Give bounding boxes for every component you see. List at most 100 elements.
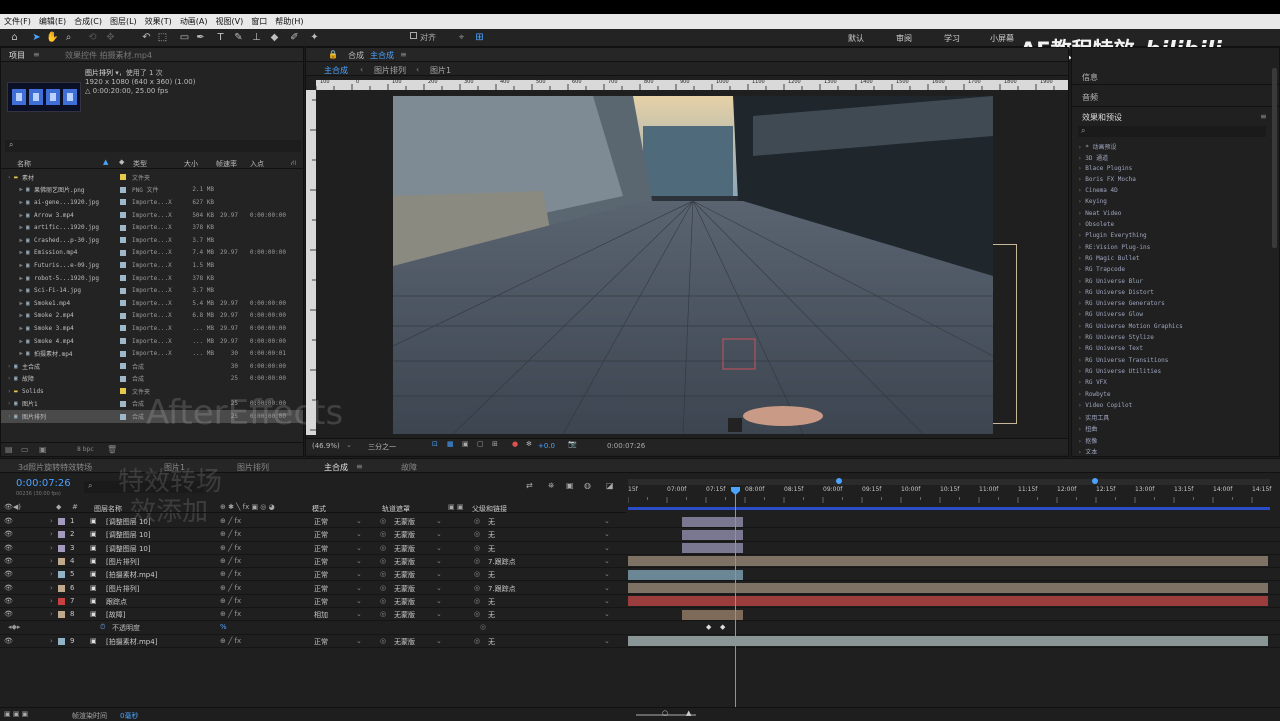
parent-pickwhip-icon[interactable]: ◎ [474,570,480,578]
layer-label-swatch[interactable] [58,571,65,579]
comp-flowchart-icon[interactable]: ⇄ [526,481,533,490]
align-checkbox[interactable] [410,32,417,39]
snap-icon[interactable]: ⌖ [455,31,468,44]
label-swatch[interactable] [120,199,126,206]
transparency-grid-icon[interactable]: ▦ [447,440,454,448]
comp-tab-name[interactable]: 主合成 [370,50,394,61]
label-swatch[interactable] [120,413,126,420]
effect-category[interactable]: › RG Magic Bullet [1078,255,1273,266]
work-area-end-handle[interactable] [1092,478,1098,484]
layer-duration-bar[interactable] [628,583,1268,594]
layer-name[interactable]: [故障] [106,610,125,620]
effect-category[interactable]: › 实用工具 [1078,413,1273,424]
blend-mode-dropdown[interactable]: 正常 [314,517,328,527]
playhead[interactable] [735,489,736,713]
expand-arrow-icon[interactable]: › [50,544,53,552]
parent-dropdown[interactable]: 无 [488,530,495,540]
project-item[interactable]: ▶ ▣ Smoke 4.mp4 Importe...X ... MB 29.97… [1,335,303,348]
col-name[interactable]: 名称 [17,159,31,169]
layer-label-swatch[interactable] [58,597,65,605]
menu-file[interactable]: 文件(F) [4,16,31,27]
clone-stamp-tool-icon[interactable]: ⊥ [250,31,263,44]
project-tab[interactable]: 项目 [9,50,25,61]
expand-arrow-icon[interactable]: › [50,530,53,538]
parent-pickwhip-icon[interactable]: ◎ [474,584,480,592]
effect-category[interactable]: › Blace Plugins [1078,165,1273,176]
project-item[interactable]: ▶ ▣ Futuris...e-09.jpg Importe...X 1.5 M… [1,259,303,272]
pan-behind-tool-icon[interactable]: ⬚ [156,31,169,44]
layer-label-swatch[interactable] [58,584,65,592]
layer-label-swatch[interactable] [58,637,65,645]
parent-pickwhip-icon[interactable]: ◎ [474,544,480,552]
layer-label-swatch[interactable] [58,531,65,539]
project-item[interactable]: ▶ ▣ Emission.mp4 Importe...X 7.4 MB 29.9… [1,247,303,260]
project-item[interactable]: ▶ ▣ Arrow 3.mp4 Importe...X 504 KB 29.97… [1,209,303,222]
label-swatch[interactable] [120,400,126,407]
layer-name[interactable]: [拍摄素材.mp4] [106,570,157,580]
parent-pickwhip-icon[interactable]: ◎ [474,517,480,525]
visibility-eye-icon[interactable]: 👁 [4,610,13,618]
layer-row[interactable]: 👁 › 6 ▣ [图片排列] ⊕ ╱ fx 正常 ⌄ ◎ 无蒙版 ⌄ ◎ 7.跟… [0,582,1280,595]
effect-category[interactable]: › Neat Video [1078,210,1273,221]
timeline-tab-3d[interactable]: 3d照片旋转特效转场 [18,462,92,473]
puppet-tool-icon[interactable]: ✦ [308,31,321,44]
col-in[interactable]: 入点 [250,159,264,169]
delete-icon[interactable]: 🗑 [107,445,117,454]
fast-preview-icon[interactable]: ⊡ [432,440,438,448]
effect-category[interactable]: › 扭曲 [1078,424,1273,435]
comp-subtab-arrange[interactable]: 图片排列 [374,65,406,76]
layer-label-swatch[interactable] [58,611,65,619]
project-item[interactable]: › ▣ 故障 合成 25 0:00:00:00 [1,373,303,386]
work-area-bar[interactable] [628,507,1270,510]
comp-subtab-main[interactable]: 主合成 [324,65,348,76]
rectangle-tool-icon[interactable]: ▭ [178,31,191,44]
parent-dropdown[interactable]: 无 [488,544,495,554]
blend-mode-dropdown[interactable]: 正常 [314,584,328,594]
comp-subtab-pic1[interactable]: 图片1 [430,65,451,76]
track-matte-icon[interactable]: ◎ [380,557,386,565]
blend-mode-dropdown[interactable]: 正常 [314,557,328,567]
property-value[interactable]: % [220,623,227,631]
effect-category[interactable]: › RG Universe Stylize [1078,334,1273,345]
layer-name[interactable]: [图片排列] [106,557,139,567]
label-swatch[interactable] [120,350,126,357]
work-area-start-handle[interactable] [836,478,842,484]
roto-brush-tool-icon[interactable]: ✐ [288,31,301,44]
zoom-tool-icon[interactable]: ⌕ [62,31,75,44]
visibility-eye-icon[interactable]: 👁 [4,557,13,565]
track-matte-dropdown[interactable]: 无蒙版 [394,517,415,527]
layer-duration-bar[interactable] [628,556,1268,567]
effect-category[interactable]: › Boris FX Mocha [1078,176,1273,187]
project-item[interactable]: ▶ ▣ robot-5...1920.jpg Importe...X 378 K… [1,272,303,285]
layer-switches[interactable]: ⊕ ╱ fx [220,530,241,538]
label-swatch[interactable] [120,224,126,231]
visibility-eye-icon[interactable]: 👁 [4,637,13,645]
project-item[interactable]: ▶ ▣ 拍摄素材.mp4 Importe...X ... MB 30 0:00:… [1,347,303,360]
eraser-tool-icon[interactable]: ◆ [268,31,281,44]
zoom-in-icon[interactable]: ▲ [686,709,691,717]
effect-category[interactable]: › RG Universe Generators [1078,300,1273,311]
layer-switches[interactable]: ⊕ ╱ fx [220,584,241,592]
effect-controls-tab[interactable]: 效果控件 拍摄素材.mp4 [65,50,152,61]
track-matte-dropdown[interactable]: 无蒙版 [394,557,415,567]
label-swatch[interactable] [120,338,126,345]
home-icon[interactable]: ⌂ [8,31,21,44]
effect-category[interactable]: › RE:Vision Plug-ins [1078,244,1273,255]
layer-name[interactable]: [调整图层 10] [106,517,151,527]
project-item[interactable]: ▶ ▣ ai-gene...1920.jpg Importe...X 627 K… [1,196,303,209]
time-ruler[interactable]: 15f 07:00f 07:15f 08:00f 08:15f 09:00f 09:15f 1… [627,473,1280,513]
exposure-value[interactable]: +0.0 [538,442,555,450]
layer-row[interactable]: 👁 › 4 ▣ [图片排列] ⊕ ╱ fx 正常 ⌄ ◎ 无蒙版 ⌄ ◎ 7.跟… [0,555,1280,569]
track-matte-dropdown[interactable]: 无蒙版 [394,584,415,594]
label-swatch[interactable] [120,300,126,307]
effect-category[interactable]: › RG Universe Distort [1078,289,1273,300]
effect-category[interactable]: › Video Copilot [1078,402,1273,413]
interpret-footage-icon[interactable]: ▤ [5,445,13,454]
keyframe-diamond-icon[interactable]: ◆ [720,623,725,631]
layer-row[interactable]: 👁 › 5 ▣ [拍摄素材.mp4] ⊕ ╱ fx 正常 ⌄ ◎ 无蒙版 ⌄ ◎… [0,568,1280,582]
menu-animation[interactable]: 动画(A) [180,16,208,27]
color-channels-icon[interactable]: ● [512,440,518,448]
blend-mode-dropdown[interactable]: 正常 [314,570,328,580]
project-item[interactable]: › ▣ 主合成 合成 30 0:00:00:00 [1,360,303,373]
track-matte-dropdown[interactable]: 无蒙版 [394,597,415,607]
